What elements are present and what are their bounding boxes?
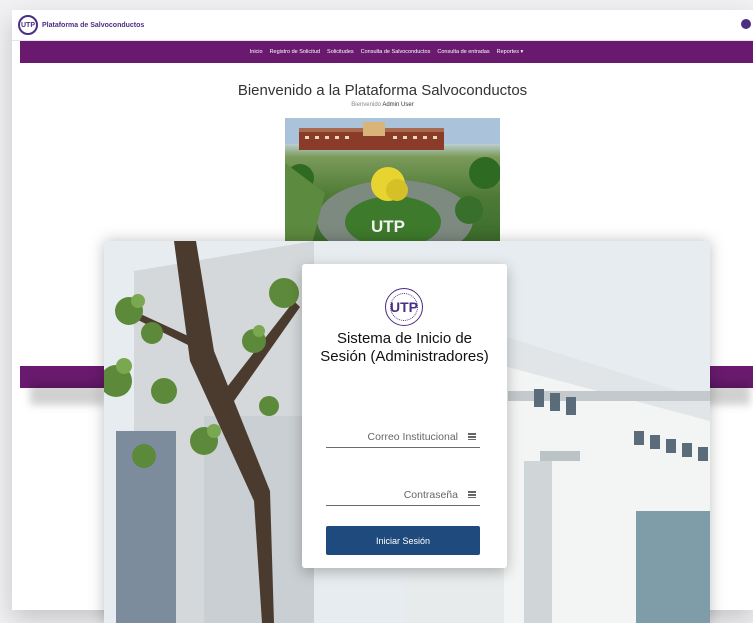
shadow-left <box>30 383 105 405</box>
nav-item-registro[interactable]: Registro de Solicitud <box>270 49 320 55</box>
email-input[interactable] <box>326 426 458 447</box>
password-input[interactable] <box>326 484 458 505</box>
welcome-user: Admin User <box>382 102 414 108</box>
email-field <box>326 426 480 448</box>
nav-item-consulta-entradas[interactable]: Consulta de entradas <box>437 49 489 55</box>
welcome-subtitle: Bienvenido Admin User <box>12 102 753 108</box>
password-field-icon <box>468 491 476 498</box>
login-button[interactable]: Iniciar Sesión <box>326 526 480 555</box>
email-field-icon <box>468 433 476 440</box>
password-field <box>326 484 480 506</box>
nav-item-solicitudes[interactable]: Solicitudes <box>327 49 354 55</box>
welcome-prefix: Bienvenido <box>351 102 381 108</box>
nav-item-inicio[interactable]: Inicio <box>250 49 263 55</box>
login-card: UTP Sistema de Inicio de Sesión (Adminis… <box>302 264 507 568</box>
institution-logo: UTP <box>385 288 423 326</box>
brand-name[interactable]: Plataforma de Salvoconductos <box>42 22 144 29</box>
user-icon[interactable] <box>741 19 751 29</box>
brand-logo[interactable]: UTP <box>18 15 38 35</box>
login-window: UTP Sistema de Inicio de Sesión (Adminis… <box>104 241 710 623</box>
nav-item-reportes-dropdown[interactable]: Reportes ▾ <box>497 49 524 55</box>
top-header: UTP Plataforma de Salvoconductos <box>12 10 753 41</box>
campus-aerial-photo: UTP <box>285 118 500 248</box>
nav-item-consulta-salvoconductos[interactable]: Consulta de Salvoconductos <box>361 49 431 55</box>
institution-logo-mark: UTP <box>390 293 418 321</box>
page-title: Bienvenido a la Plataforma Salvoconducto… <box>237 82 528 99</box>
login-title: Sistema de Inicio de Sesión (Administrad… <box>320 330 489 365</box>
photo-sign-text: UTP <box>371 217 405 236</box>
main-navbar: Inicio Registro de Solicitud Solicitudes… <box>20 41 753 63</box>
